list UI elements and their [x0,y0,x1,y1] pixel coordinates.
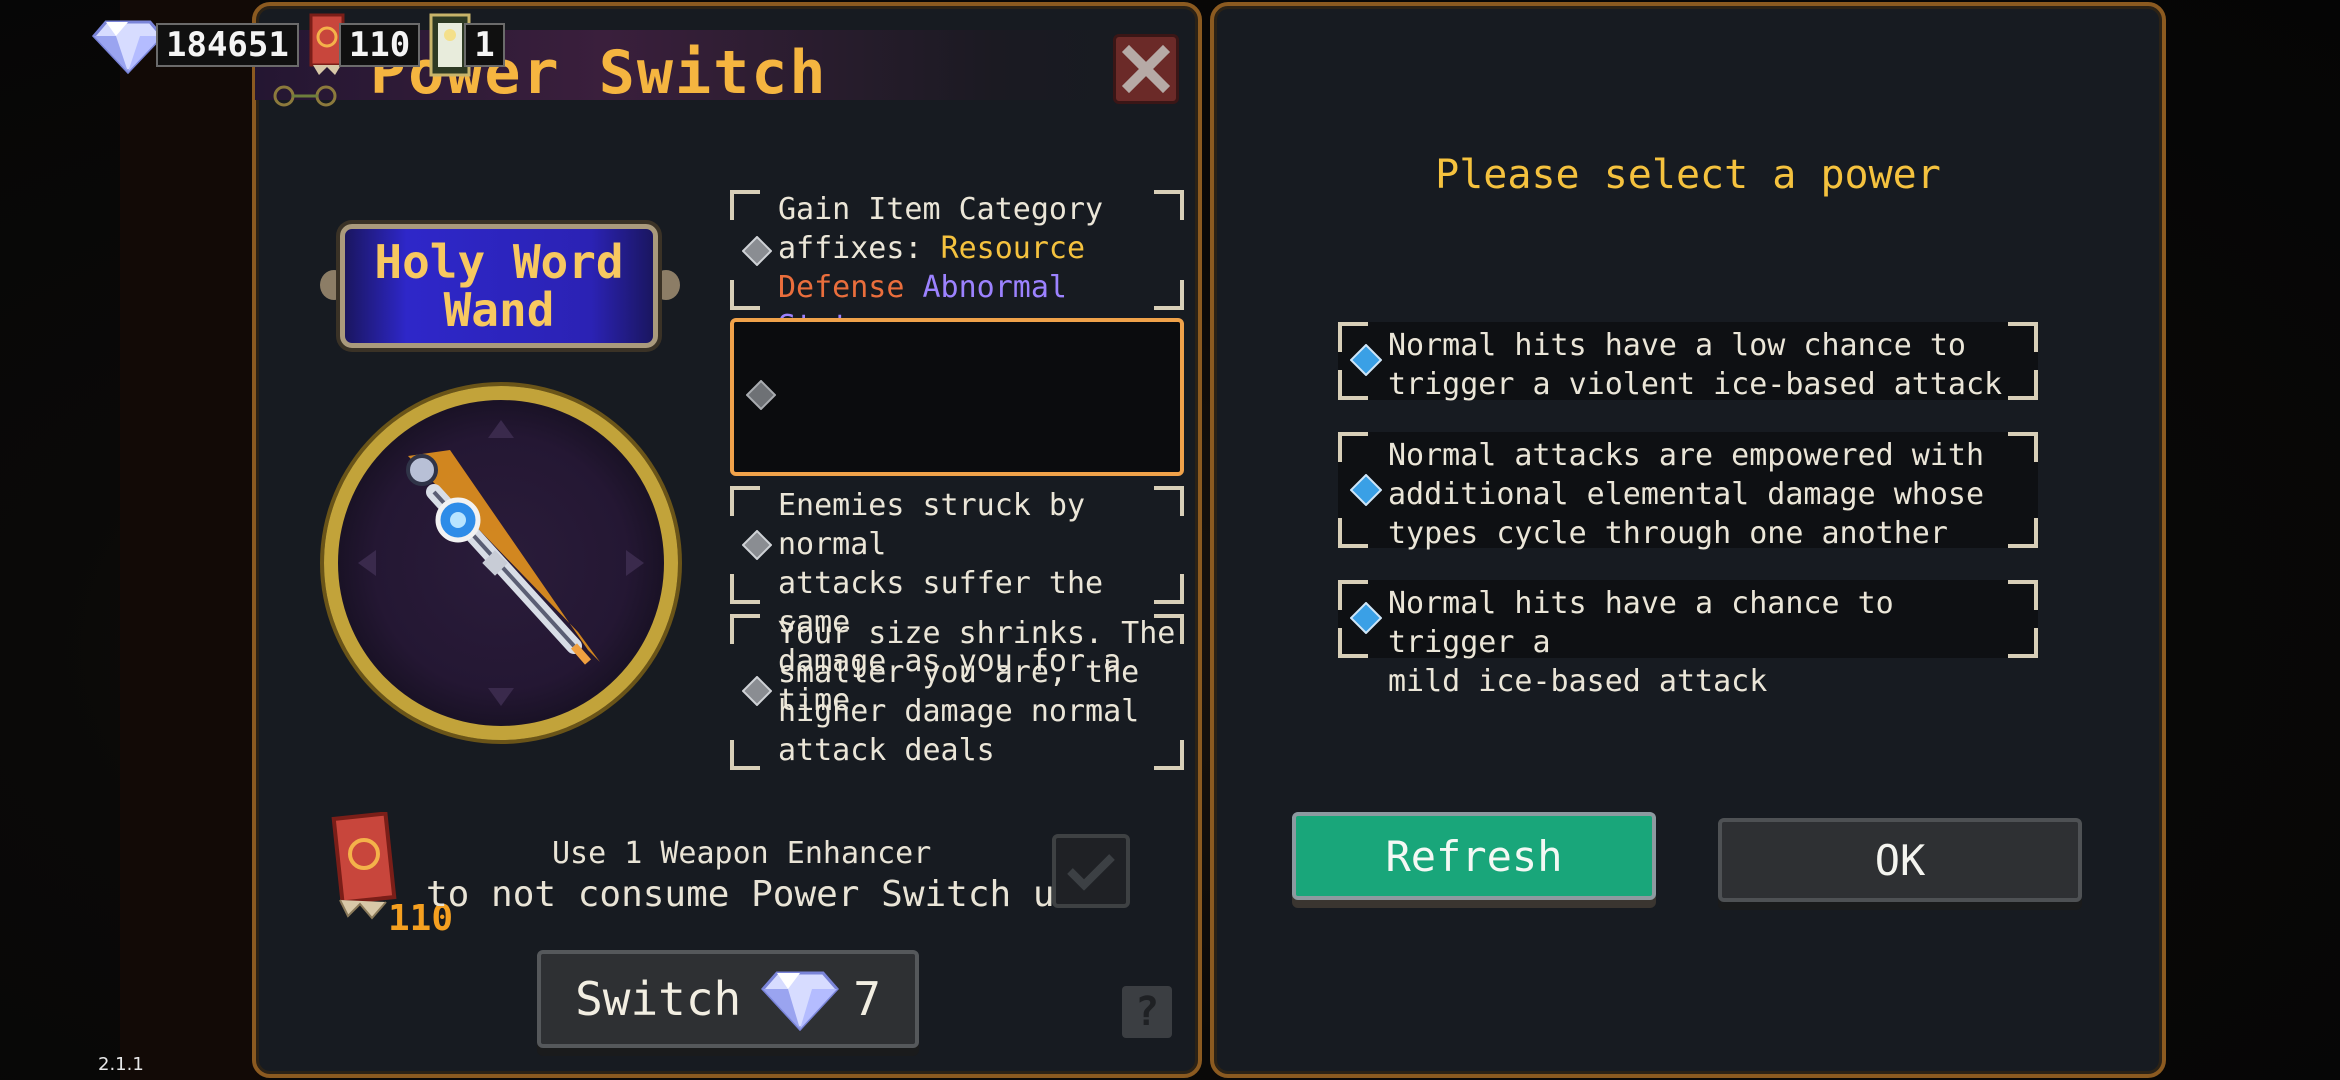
affix-slot-3[interactable]: Enemies struck by normal attacks suffer … [730,486,1184,718]
select-power-title: Please select a power [1435,152,1941,198]
enhancer-counter: 110 [307,13,421,75]
title-ornament-icon [273,85,337,107]
ok-button[interactable]: OK [1718,818,2082,902]
background-shadow [120,0,260,1080]
affix-diamond-icon [742,236,772,266]
gem-counter: 184651 [92,20,299,74]
weapon-name: Holy Word Wand [374,235,624,337]
affix-text: Your size shrinks. The smaller you are, … [778,616,1176,768]
checkmark-icon [1067,854,1115,891]
affix-slot-1[interactable]: Gain Item Category affixes: Resource Def… [730,190,1184,344]
power-diamond-icon [1350,602,1382,634]
enhancer-count: 110 [338,23,421,67]
switch-cost: 7 [853,972,881,1026]
use-enhancer-checkbox[interactable] [1052,834,1130,908]
version-label: 2.1.1 [98,1054,144,1075]
switch-label: Switch [575,972,742,1026]
power-text: Normal attacks are empowered with additio… [1388,438,1985,551]
gem-icon [761,971,840,1031]
affix-diamond-icon [742,530,772,560]
holy-wand-icon [358,420,644,706]
weapon-name-plate: Holy Word Wand [340,224,658,348]
enhancer-instruction-line1: Use 1 Weapon Enhancer [552,836,932,871]
tag-defense: Defense [778,270,905,305]
ok-label: OK [1874,835,1926,885]
power-text: Normal hits have a chance to trigger a mi… [1388,586,1894,699]
weapon-display [324,386,678,740]
affix-diamond-icon [746,380,776,410]
card-count: 1 [464,23,505,67]
help-button[interactable]: ? [1122,986,1172,1038]
resource-bar: 184651 110 1 [92,13,505,77]
refresh-button[interactable]: Refresh [1292,812,1656,900]
affix-diamond-icon [742,676,772,706]
affix-slot-4[interactable]: Your size shrinks. The smaller you are, … [730,614,1184,770]
gem-icon [92,20,164,74]
close-icon [1121,44,1171,94]
power-option-2[interactable]: Normal attacks are empowered with additio… [1338,432,2038,551]
card-counter: 1 [428,13,505,77]
enhancer-instruction-line2: to not consume Power Switch uses [426,874,1120,915]
power-diamond-icon [1350,344,1382,376]
refresh-label: Refresh [1385,831,1563,881]
affix-slot-2-selected[interactable] [730,318,1184,476]
close-button[interactable] [1113,34,1179,104]
switch-button[interactable]: Switch 7 [537,950,919,1048]
power-option-3[interactable]: Normal hits have a chance to trigger a mi… [1338,580,2038,699]
gem-count: 184651 [156,23,299,67]
tag-resource: Resource [940,231,1086,266]
power-option-1[interactable]: Normal hits have a low chance to trigger … [1338,322,2038,402]
power-text: Normal hits have a low chance to trigger … [1388,328,2003,402]
power-diamond-icon [1350,474,1382,506]
help-icon: ? [1134,989,1160,1035]
